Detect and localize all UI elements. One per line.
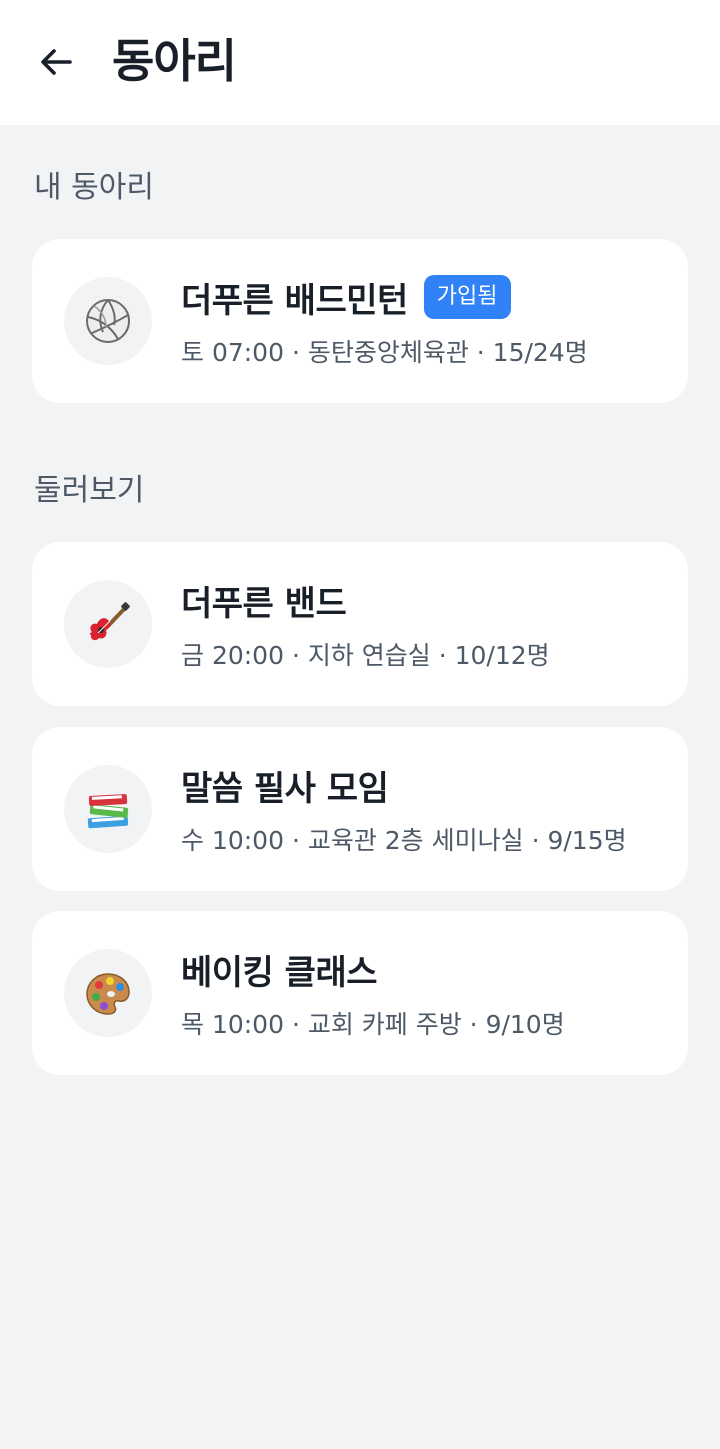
club-name: 더푸른 배드민턴 bbox=[181, 280, 408, 321]
section-label-my-clubs: 내 동아리 bbox=[34, 170, 154, 205]
club-card-band[interactable]: 더푸른 밴드 금 20:00 · 지하 연습실 · 10/12명 bbox=[32, 542, 688, 706]
palette-icon bbox=[64, 949, 152, 1037]
club-name: 더푸른 밴드 bbox=[181, 583, 347, 624]
club-meta: 금 20:00 · 지하 연습실 · 10/12명 bbox=[181, 641, 550, 670]
club-name-row: 말씀 필사 모임 bbox=[181, 761, 389, 809]
section-label-browse: 둘러보기 bbox=[34, 473, 145, 508]
arrow-left-icon bbox=[41, 49, 72, 75]
joined-badge: 가입됨 bbox=[423, 275, 511, 319]
app-header: 동아리 bbox=[0, 0, 720, 125]
club-name-row: 베이킹 클래스 bbox=[181, 945, 378, 993]
club-meta: 토 07:00 · 동탄중앙체육관 · 15/24명 bbox=[181, 338, 588, 367]
club-meta: 수 10:00 · 교육관 2층 세미나실 · 9/15명 bbox=[181, 826, 627, 855]
back-button[interactable] bbox=[34, 40, 78, 84]
club-name: 베이킹 클래스 bbox=[181, 952, 378, 993]
club-card-baking[interactable]: 베이킹 클래스 목 10:00 · 교회 카페 주방 · 9/10명 bbox=[32, 911, 688, 1075]
club-card-badminton[interactable]: 더푸른 배드민턴 가입됨 토 07:00 · 동탄중앙체육관 · 15/24명 bbox=[32, 239, 688, 403]
guitar-icon bbox=[64, 580, 152, 668]
club-card-scripture[interactable]: 말씀 필사 모임 수 10:00 · 교육관 2층 세미나실 · 9/15명 bbox=[32, 727, 688, 891]
club-name: 말씀 필사 모임 bbox=[181, 768, 389, 809]
page-title: 동아리 bbox=[112, 34, 237, 88]
club-name-row: 더푸른 밴드 bbox=[181, 576, 347, 624]
club-name-row: 더푸른 배드민턴 가입됨 bbox=[181, 273, 511, 321]
volleyball-icon bbox=[64, 277, 152, 365]
books-icon bbox=[64, 765, 152, 853]
club-meta: 목 10:00 · 교회 카페 주방 · 9/10명 bbox=[181, 1010, 565, 1039]
